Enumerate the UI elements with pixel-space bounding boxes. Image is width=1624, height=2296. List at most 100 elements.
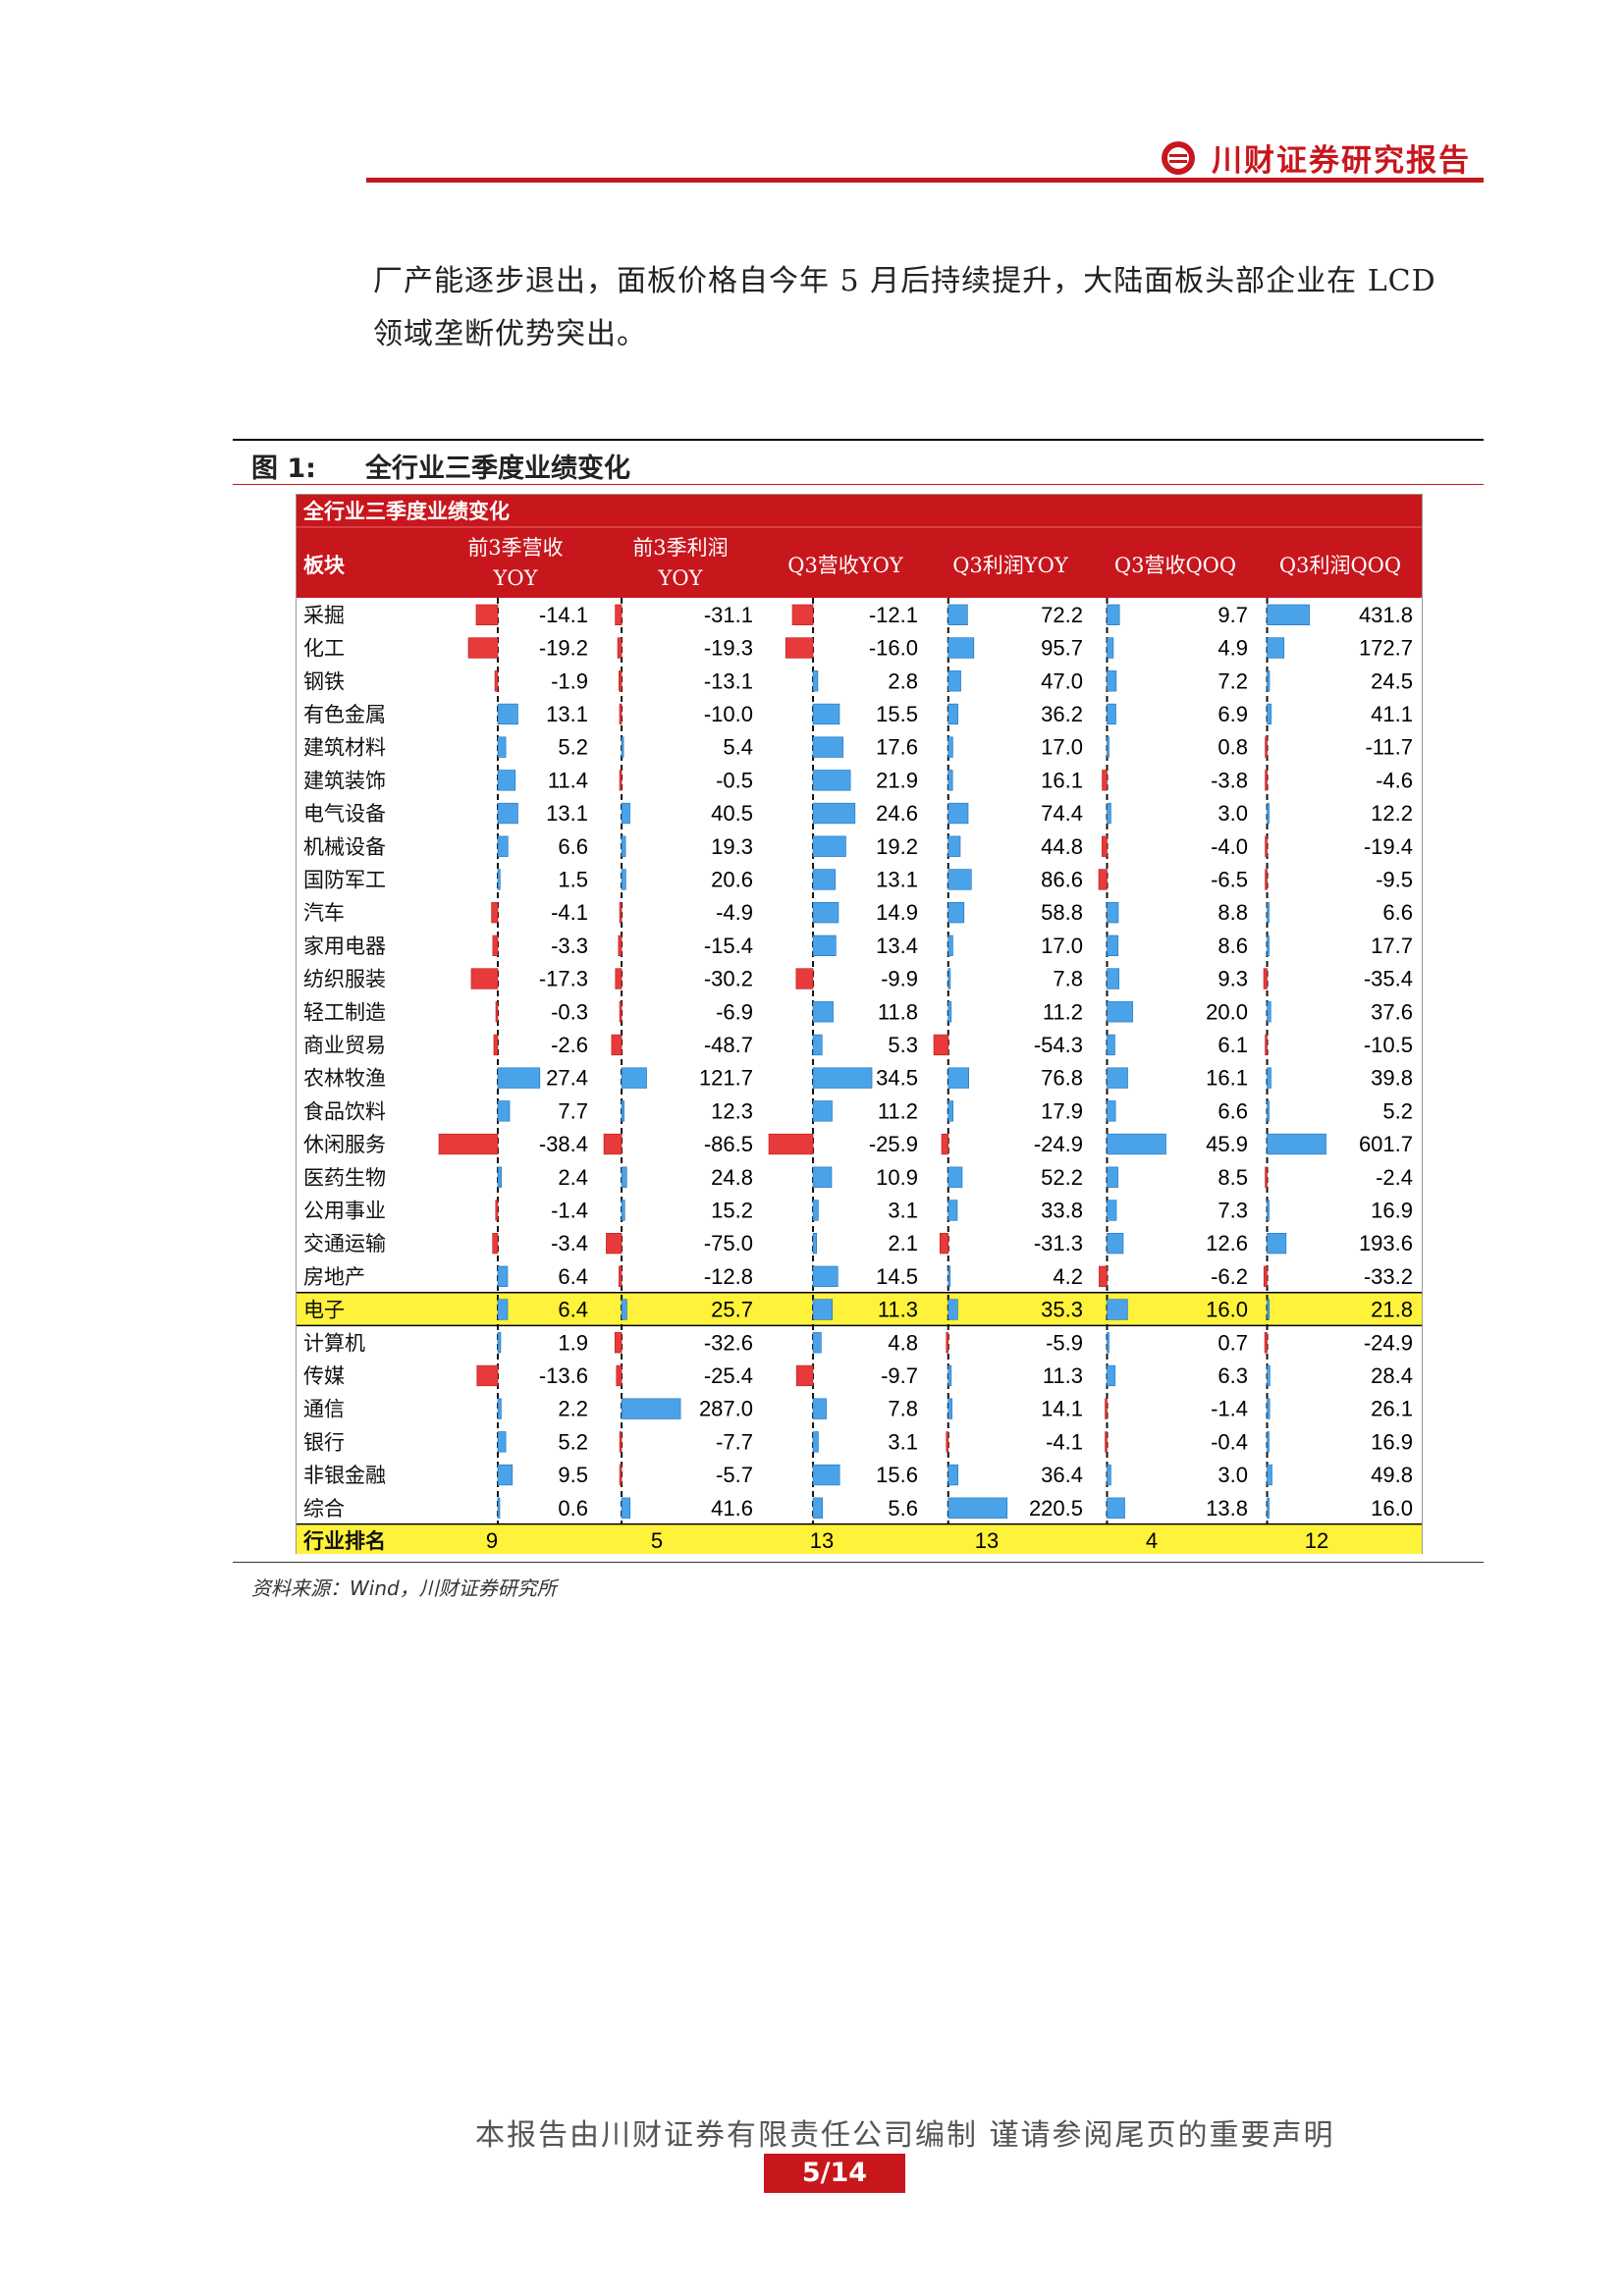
data-bar — [495, 1200, 499, 1221]
data-bar — [947, 703, 958, 725]
data-bar — [1107, 1464, 1111, 1486]
data-value: -10.5 — [1364, 1033, 1413, 1057]
data-value: 20.6 — [711, 867, 753, 891]
data-bar — [617, 637, 623, 659]
data-bar — [497, 1464, 514, 1486]
data-bar — [497, 1100, 511, 1122]
data-bar — [947, 1364, 952, 1387]
data-value: -24.9 — [1364, 1330, 1413, 1355]
row-header-label: 板块 — [303, 553, 346, 577]
data-value: -38.4 — [539, 1132, 588, 1156]
data-bar — [615, 968, 623, 989]
data-value: 7.3 — [1218, 1198, 1248, 1222]
data-bar — [812, 1299, 833, 1320]
data-bar — [1107, 604, 1120, 626]
data-value: 11.3 — [1043, 1363, 1083, 1388]
data-bar — [947, 736, 953, 758]
data-bar — [812, 1265, 839, 1288]
data-bar — [1105, 1398, 1108, 1419]
data-value: -3.4 — [551, 1231, 588, 1255]
data-bar — [621, 736, 624, 758]
data-bar — [1267, 670, 1271, 692]
data-value: 8.8 — [1218, 900, 1248, 925]
column-header-0-sub: YOY — [493, 566, 539, 590]
data-bar — [621, 1200, 625, 1221]
data-value: -6.9 — [716, 999, 753, 1024]
data-value: 2.2 — [558, 1397, 588, 1421]
data-value: 12.6 — [1206, 1231, 1248, 1255]
data-value: 2.1 — [888, 1231, 918, 1255]
row-label: 房地产 — [303, 1265, 365, 1289]
data-bar — [947, 869, 972, 890]
data-bar — [621, 1067, 647, 1089]
data-bar — [812, 901, 839, 924]
data-bar — [1267, 1100, 1270, 1122]
data-bar — [812, 770, 851, 791]
data-value: 2.4 — [558, 1165, 588, 1190]
data-value: -5.9 — [1046, 1330, 1083, 1355]
data-bar — [795, 968, 814, 989]
data-bar — [812, 1332, 822, 1354]
data-value: 16.0 — [1206, 1298, 1248, 1322]
data-bar — [947, 934, 953, 957]
data-bar — [1265, 770, 1268, 791]
data-bar — [1267, 1464, 1272, 1486]
rank-value: 9 — [486, 1528, 498, 1553]
data-bar — [947, 1398, 952, 1419]
data-value: -33.2 — [1364, 1264, 1413, 1289]
row-label: 有色金属 — [303, 703, 386, 726]
data-value: 25.7 — [711, 1298, 753, 1322]
data-value: -12.1 — [869, 603, 918, 627]
data-bar — [1267, 1001, 1272, 1023]
data-bar — [1264, 1332, 1268, 1354]
data-bar — [1265, 736, 1268, 758]
data-bar — [812, 802, 856, 825]
data-value: 601.7 — [1359, 1132, 1413, 1156]
data-value: 7.2 — [1218, 668, 1248, 693]
data-value: 11.8 — [878, 999, 918, 1024]
data-bar — [606, 1232, 623, 1255]
row-label: 公用事业 — [303, 1199, 386, 1222]
data-value: 8.5 — [1218, 1165, 1248, 1190]
data-value: 2.8 — [888, 668, 918, 693]
column-header-0: 前3季营收 — [467, 536, 563, 560]
data-bar — [492, 934, 499, 957]
data-bar — [1107, 1364, 1116, 1387]
data-bar — [621, 1166, 627, 1188]
data-value: -4.9 — [716, 900, 753, 925]
data-bar — [1267, 1299, 1271, 1320]
data-bar — [947, 637, 975, 659]
data-value: 3.1 — [888, 1429, 918, 1454]
data-bar — [470, 968, 499, 989]
data-bar — [1107, 736, 1110, 758]
rank-value: 13 — [975, 1528, 999, 1553]
data-value: 0.6 — [558, 1496, 588, 1521]
data-bar — [933, 1034, 949, 1056]
data-value: 15.5 — [876, 702, 918, 726]
data-value: 1.5 — [558, 867, 588, 891]
data-bar — [1107, 1133, 1166, 1155]
data-value: 11.2 — [878, 1098, 918, 1123]
data-value: 12.2 — [1371, 801, 1413, 826]
data-value: -11.7 — [1365, 735, 1413, 760]
data-bar — [812, 869, 837, 890]
data-value: 36.4 — [1041, 1463, 1083, 1487]
data-value: 36.2 — [1041, 702, 1083, 726]
source-rule — [233, 1562, 1484, 1563]
row-label: 化工 — [303, 637, 345, 661]
data-value: 5.3 — [888, 1033, 918, 1057]
data-value: 6.4 — [558, 1298, 588, 1322]
data-value: 16.1 — [1206, 1066, 1248, 1091]
data-value: 7.8 — [888, 1397, 918, 1421]
data-value: 26.1 — [1371, 1397, 1413, 1421]
paragraph-line-2: 领域垄断优势突出。 — [373, 317, 647, 351]
data-bar — [1263, 968, 1268, 989]
data-value: 0.8 — [1218, 735, 1248, 760]
table-border — [296, 494, 1423, 1554]
data-bar — [619, 901, 623, 924]
data-bar — [812, 736, 843, 758]
footer-disclaimer: 本报告由川财证券有限责任公司编制 谨请参阅尾页的重要声明 — [475, 2118, 1335, 2153]
data-value: 11.2 — [1043, 999, 1083, 1024]
data-bar — [603, 1133, 623, 1155]
data-bar — [812, 1200, 819, 1221]
